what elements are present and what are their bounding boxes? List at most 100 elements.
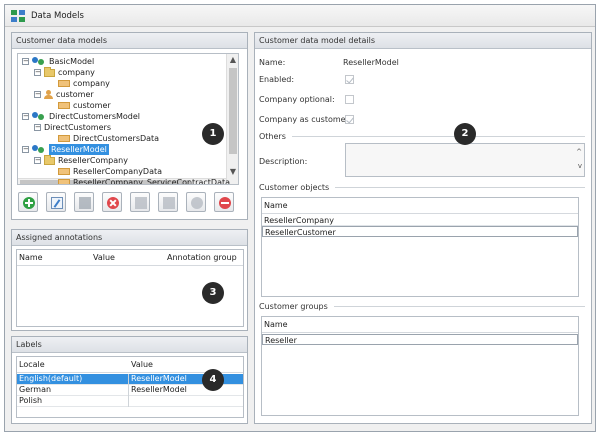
company-as-customer-label: Company as customer:: [259, 115, 352, 124]
tree-node-label: customer: [56, 90, 94, 99]
collapse-toggle-icon[interactable]: −: [22, 58, 29, 65]
move-down-icon: [163, 197, 175, 209]
customer-objects-section: Customer objects: [259, 183, 585, 192]
locale-cell: German: [17, 385, 129, 396]
column-name[interactable]: Name: [17, 252, 91, 263]
tree-node[interactable]: − ResellerCompany: [34, 154, 128, 166]
customer-groups-title: Customer groups: [259, 302, 328, 311]
tree-node[interactable]: customer: [48, 100, 111, 111]
customer-objects-grid[interactable]: Name ResellerCompany ResellerCustomer: [261, 197, 579, 297]
customer-data-model-details-panel: Customer data model details Name: Resell…: [254, 32, 592, 424]
column-value[interactable]: Value: [91, 252, 165, 263]
customer-groups-grid-header: Name: [262, 317, 578, 333]
entity-icon: [58, 80, 70, 87]
labels-panel: Labels Locale Value English(default) Rese…: [11, 336, 248, 424]
callout-badge-3: 3: [202, 282, 224, 304]
label-value-cell: ResellerModel: [131, 385, 187, 394]
tree-node[interactable]: − DirectCustomersModel: [22, 111, 140, 122]
assigned-annotations-panel: Assigned annotations Name Value Annotati…: [11, 229, 248, 331]
enabled-checkbox[interactable]: [345, 75, 354, 84]
tree-node[interactable]: − BasicModel: [22, 56, 94, 67]
tree-node-label: company: [58, 68, 95, 77]
tree-scroll-thumb[interactable]: [229, 68, 237, 154]
tree-node-label: DirectCustomersModel: [49, 112, 140, 121]
entity-icon: [58, 135, 70, 142]
column-object-name[interactable]: Name: [262, 200, 576, 211]
name-value: ResellerModel: [343, 58, 399, 67]
cancel-button[interactable]: [186, 192, 206, 212]
entity-icon: [58, 168, 70, 175]
column-locale[interactable]: Locale: [17, 359, 129, 370]
tree-node[interactable]: ResellerCompanyData: [48, 166, 162, 177]
name-label: Name:: [259, 58, 286, 67]
tree-node[interactable]: − ResellerModel: [22, 144, 109, 155]
details-header: Customer data model details: [255, 33, 591, 49]
description-scroll-up-icon[interactable]: ^: [576, 148, 582, 156]
window-title: Data Models: [31, 10, 84, 21]
collapse-toggle-icon[interactable]: −: [22, 146, 29, 153]
tree-node[interactable]: company: [48, 78, 110, 89]
list-item[interactable]: ResellerCustomer: [262, 226, 578, 237]
add-model-button[interactable]: [18, 192, 38, 212]
entity-icon: [58, 102, 70, 109]
data-models-tree[interactable]: ▲ ▼ − BasicModel − company company − customer c…: [17, 53, 239, 185]
description-scroll-down-icon[interactable]: v: [578, 162, 582, 170]
customer-objects-title: Customer objects: [259, 183, 330, 192]
edit-model-icon: [51, 197, 63, 209]
move-up-button[interactable]: [130, 192, 150, 212]
entity-icon: [58, 179, 70, 184]
annotations-grid-header: Name Value Annotation group: [17, 250, 243, 266]
company-as-customer-checkbox[interactable]: [345, 115, 354, 124]
add-model-icon: [23, 197, 35, 209]
tree-node[interactable]: DirectCustomersData: [48, 133, 159, 144]
users-icon: [32, 145, 46, 154]
move-down-button[interactable]: [158, 192, 178, 212]
tree-node-label: ResellerCompanyData: [73, 167, 163, 176]
company-optional-checkbox[interactable]: [345, 95, 354, 104]
tree-node-label: ResellerCompany: [58, 156, 128, 165]
tree-node[interactable]: − DirectCustomers: [34, 122, 111, 133]
column-annotation-group[interactable]: Annotation group: [165, 252, 241, 263]
locale-cell: Polish: [17, 396, 129, 407]
collapse-toggle-icon[interactable]: −: [34, 91, 41, 98]
label-value-cell: [129, 396, 239, 407]
delete-model-icon: [107, 197, 119, 209]
delete-model-button[interactable]: [102, 192, 122, 212]
collapse-toggle-icon[interactable]: −: [34, 157, 41, 164]
list-item[interactable]: ResellerCompany: [262, 215, 578, 226]
customer-groups-section: Customer groups: [259, 302, 585, 311]
person-icon: [44, 90, 53, 99]
list-item[interactable]: Reseller: [262, 334, 578, 345]
collapse-toggle-icon[interactable]: −: [34, 69, 41, 76]
cancel-icon: [191, 197, 203, 209]
description-label: Description:: [259, 157, 308, 166]
tree-node-label: ResellerCompany_ServiceContractData: [73, 178, 231, 185]
tree-node-label: company: [73, 79, 110, 88]
customer-objects-divider: [335, 187, 585, 188]
folder-icon: [44, 66, 55, 77]
customer-groups-divider: [333, 306, 585, 307]
tree-node-label: customer: [73, 101, 111, 110]
remove-button[interactable]: [214, 192, 234, 212]
scroll-up-icon[interactable]: ▲: [227, 54, 238, 66]
tree-node[interactable]: ResellerCompany_ServiceContractData: [48, 177, 231, 185]
collapse-toggle-icon[interactable]: −: [22, 113, 29, 120]
column-label-value[interactable]: Value: [129, 359, 239, 370]
customer-groups-grid[interactable]: Name Reseller: [261, 316, 579, 416]
enabled-label: Enabled:: [259, 75, 295, 84]
column-group-name[interactable]: Name: [262, 319, 576, 330]
tree-node[interactable]: − customer: [34, 89, 94, 100]
table-row[interactable]: Polish: [17, 396, 243, 407]
tree-vertical-scrollbar[interactable]: ▲ ▼: [226, 54, 238, 184]
edit-model-button[interactable]: [46, 192, 66, 212]
list-button[interactable]: [74, 192, 94, 212]
labels-header: Labels: [12, 337, 247, 353]
customer-data-models-panel: Customer data models ▲ ▼ − BasicModel − com…: [11, 32, 248, 220]
description-input[interactable]: ^ v: [345, 143, 585, 177]
remove-icon: [219, 197, 231, 209]
folder-icon: [44, 154, 55, 165]
collapse-toggle-icon[interactable]: −: [34, 124, 41, 131]
callout-badge-1: 1: [202, 123, 224, 145]
tree-node[interactable]: − company: [34, 66, 95, 78]
title-bar: Data Models: [5, 5, 595, 27]
